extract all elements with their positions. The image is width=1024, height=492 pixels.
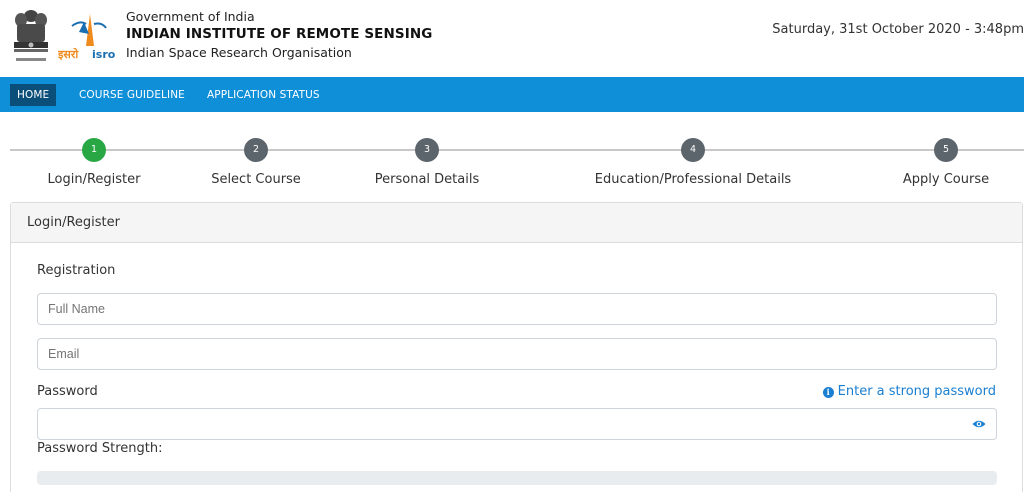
site-header: इसरो isro Government of India INDIAN INS…	[0, 0, 1024, 77]
step-1-circle: 1	[82, 138, 106, 162]
progress-stepper: 1 2 3 4 5 Login/Register Select Course P…	[0, 120, 1024, 195]
current-datetime: Saturday, 31st October 2020 - 3:48pm	[772, 22, 1024, 37]
login-register-card: Login/Register Registration Password iEn…	[10, 202, 1023, 492]
org-name: Indian Space Research Organisation	[126, 45, 352, 60]
step-5-label: Apply Course	[902, 172, 990, 187]
svg-text:isro: isro	[92, 48, 116, 61]
nav-course-guideline[interactable]: COURSE GUIDELINE	[72, 84, 192, 106]
step-2-label: Select Course	[211, 172, 301, 187]
isro-logo-icon: इसरो isro	[58, 14, 116, 61]
step-3-circle: 3	[415, 138, 439, 162]
step-5-circle: 5	[934, 138, 958, 162]
step-2-circle: 2	[244, 138, 268, 162]
password-input[interactable]	[37, 408, 997, 440]
step-1-label: Login/Register	[47, 172, 141, 187]
organization-text: Government of India INDIAN INSTITUTE OF …	[126, 8, 432, 61]
main-nav: HOME COURSE GUIDELINE APPLICATION STATUS	[0, 77, 1024, 112]
info-circle-icon: i	[822, 387, 834, 398]
nav-home[interactable]: HOME	[10, 84, 57, 106]
password-hint: i Enter a strong password	[822, 384, 996, 399]
svg-text:इसरो: इसरो	[58, 47, 79, 61]
password-hint-text: Enter a strong password	[837, 384, 996, 399]
stepper-line	[10, 149, 1024, 151]
step-4-circle: 4	[681, 138, 705, 162]
step-3-label: Personal Details	[374, 172, 480, 187]
institute-name: INDIAN INSTITUTE OF REMOTE SENSING	[126, 26, 433, 42]
step-4-label: Education/Professional Details	[594, 172, 792, 187]
email-input[interactable]	[37, 338, 997, 370]
password-strength-label: Password Strength:	[37, 441, 163, 456]
national-emblem-icon	[14, 10, 48, 61]
gov-line: Government of India	[126, 9, 255, 24]
card-header: Login/Register	[11, 203, 1022, 243]
full-name-input[interactable]	[37, 293, 997, 325]
password-strength-bar	[37, 471, 997, 485]
password-label: Password	[37, 384, 98, 399]
registration-title: Registration	[37, 263, 116, 278]
nav-application-status[interactable]: APPLICATION STATUS	[200, 84, 327, 106]
eye-icon[interactable]	[972, 419, 986, 429]
